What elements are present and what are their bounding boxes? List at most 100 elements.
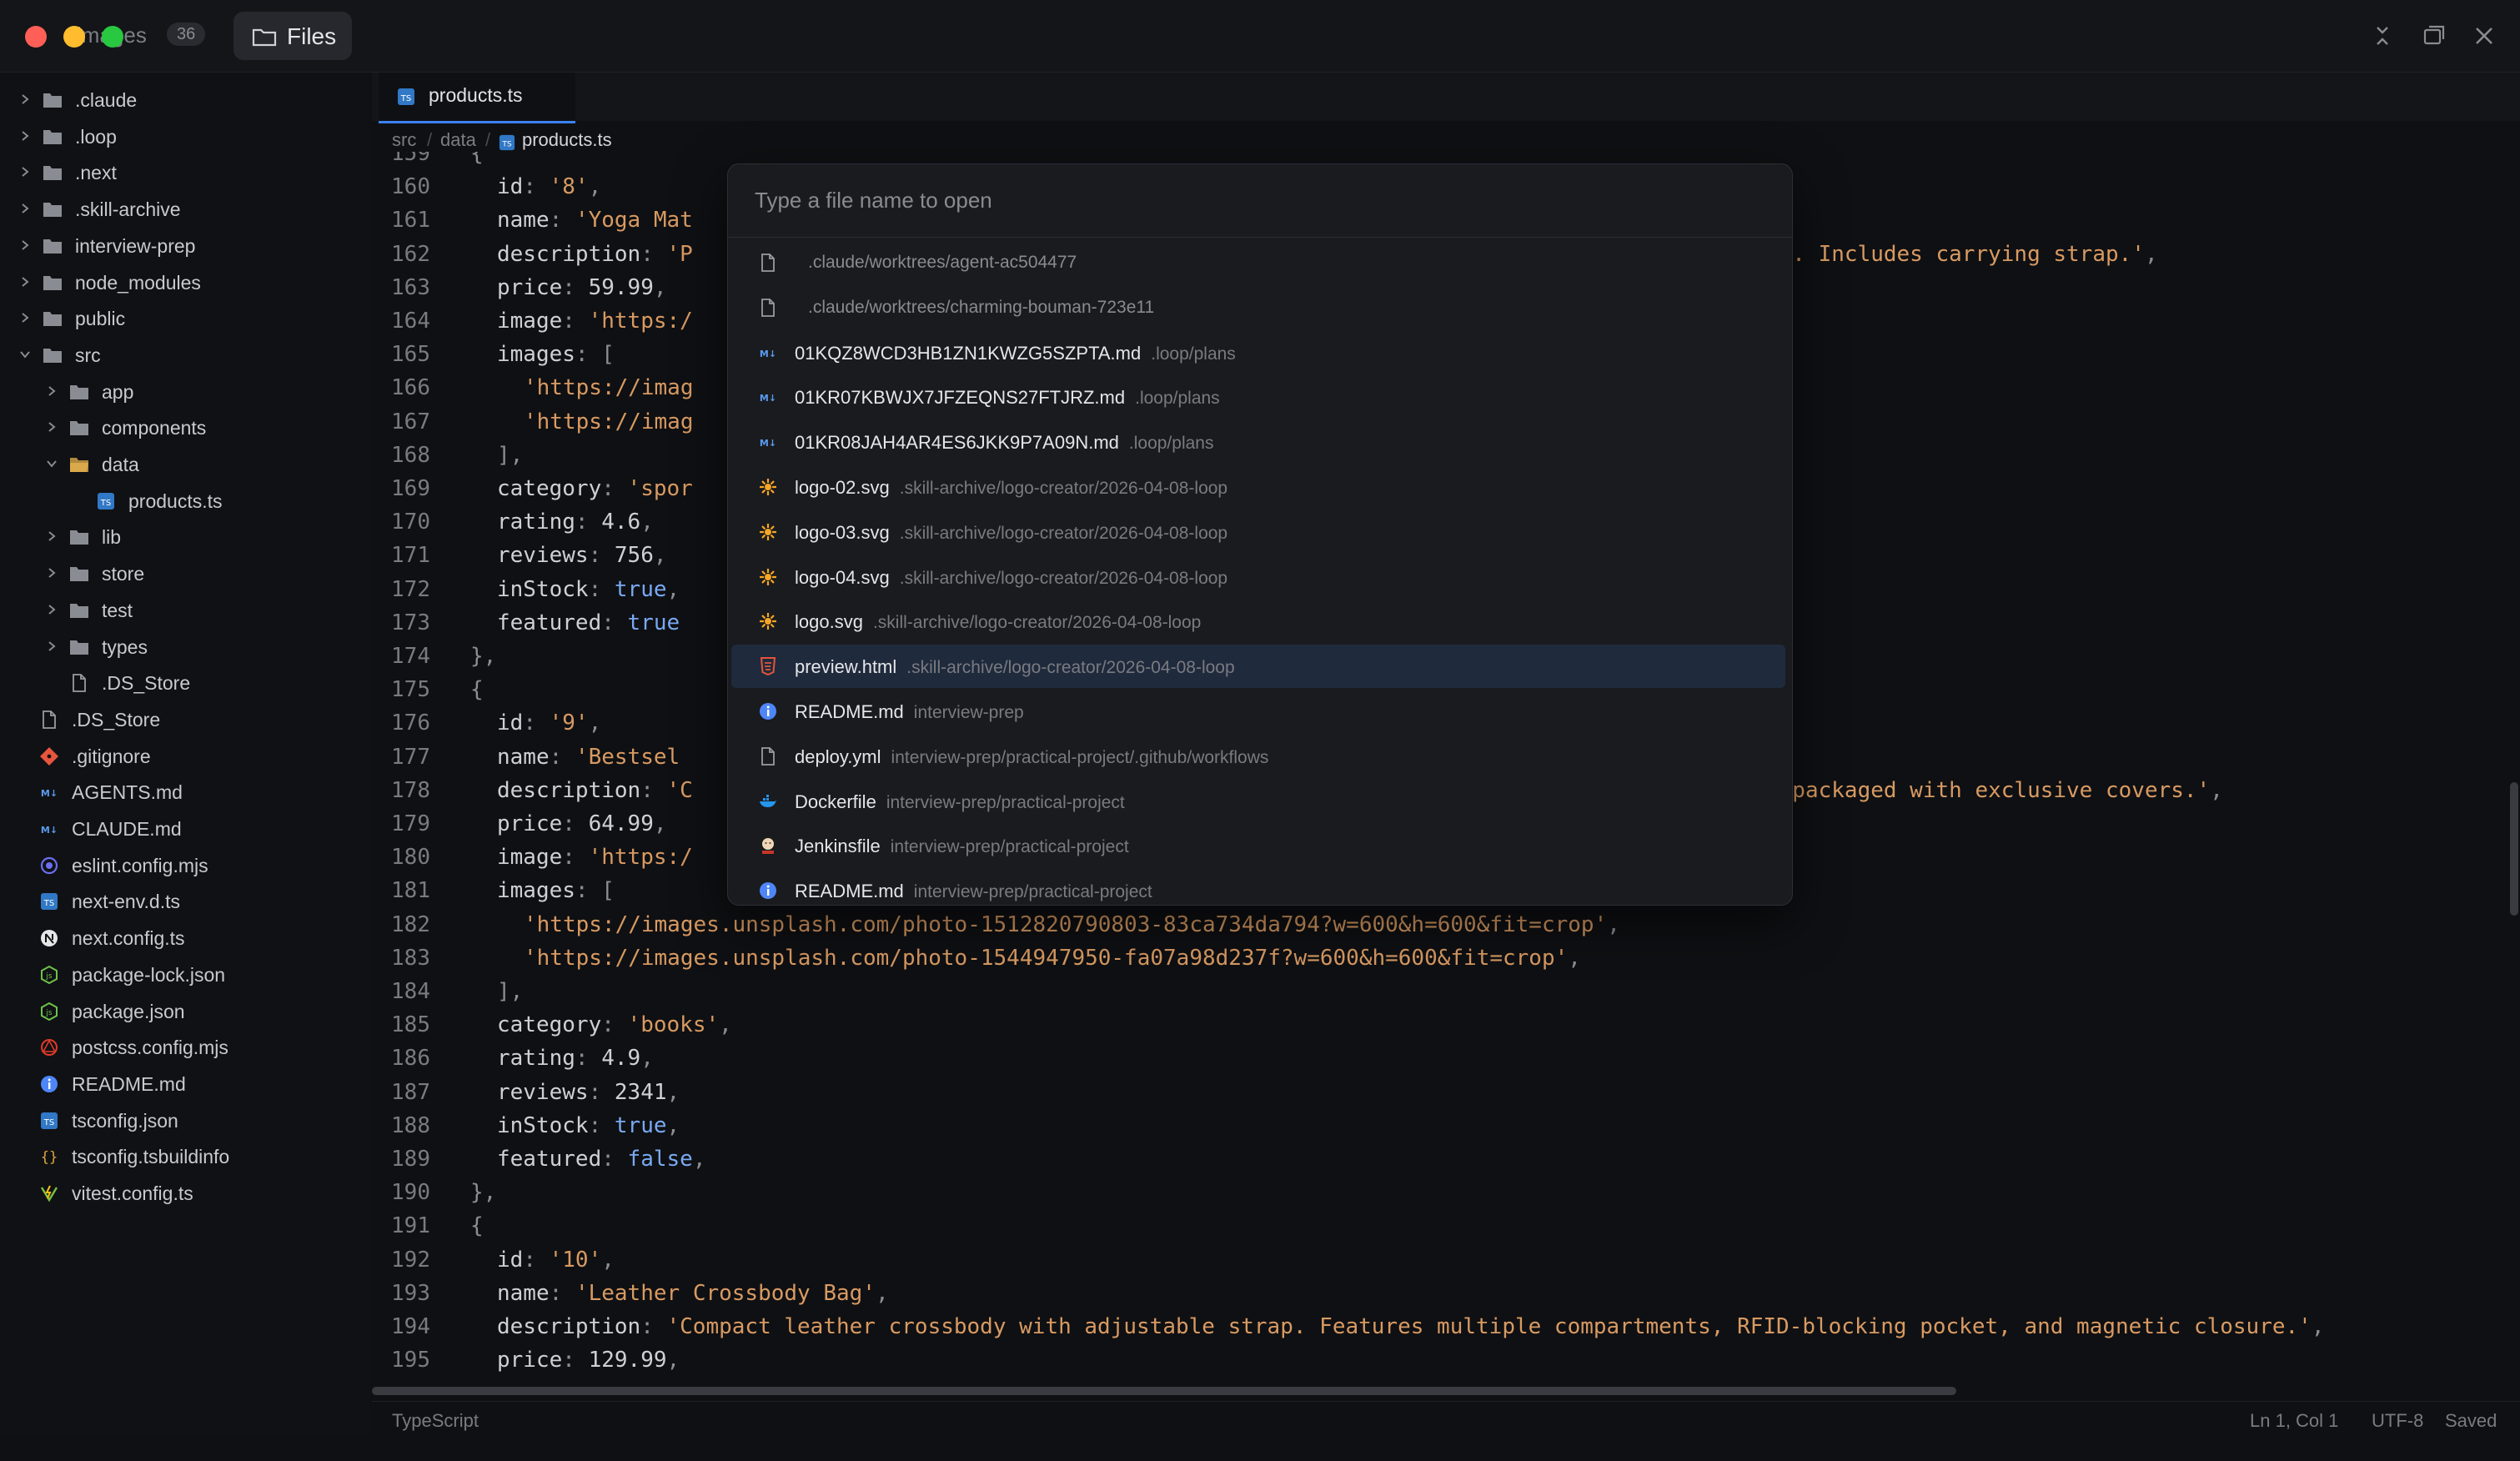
code-token: , [2311, 1314, 2325, 1339]
file-encoding[interactable]: UTF-8 [2372, 1410, 2423, 1432]
chevron-right-icon[interactable] [45, 566, 58, 580]
sidebar-item-ds-store[interactable]: .DS_Store [0, 702, 370, 737]
sidebar-item-ds-store[interactable]: .DS_Store [0, 665, 370, 700]
quick-open-result[interactable]: Jenkinsfile interview-prep/practical-proj… [731, 824, 1785, 867]
sidebar-item-loop[interactable]: .loop [0, 119, 370, 154]
sidebar-item-next[interactable]: .next [0, 155, 370, 190]
quick-open-result[interactable]: deploy.yml interview-prep/practical-proje… [731, 735, 1785, 778]
tab-products-ts[interactable]: TS products.ts [379, 73, 575, 123]
sidebar-item-interview-prep[interactable]: interview-prep [0, 228, 370, 264]
chevron-right-icon[interactable] [18, 165, 32, 178]
title-bar: images 36 Files [0, 0, 2520, 73]
chevron-right-icon[interactable] [18, 129, 32, 143]
sidebar-item-agents-md[interactable]: M↓ AGENTS.md [0, 775, 370, 810]
collapse-icon[interactable] [2370, 23, 2395, 48]
quick-open-result[interactable]: .claude/worktrees/agent-ac504477 [731, 241, 1785, 284]
chevron-right-icon[interactable] [18, 202, 32, 215]
sidebar-item-next-config-ts[interactable]: next.config.ts [0, 921, 370, 956]
quick-open-result[interactable]: logo.svg .skill-archive/logo-creator/2026… [731, 600, 1785, 643]
sidebar-item-data[interactable]: data [0, 447, 370, 482]
sidebar-item-app[interactable]: app [0, 374, 370, 409]
quick-open-result[interactable]: logo-02.svg .skill-archive/logo-creator/2… [731, 465, 1785, 509]
svg-text:M↓: M↓ [41, 825, 58, 836]
code-token: rating [497, 510, 575, 535]
quick-open-result[interactable]: .claude/worktrees/charming-bouman-723e11 [731, 286, 1785, 329]
chevron-right-icon[interactable] [45, 640, 58, 653]
sidebar-item-lib[interactable]: lib [0, 520, 370, 555]
chevron-down-icon[interactable] [18, 348, 32, 361]
code-token: '8' [549, 174, 589, 200]
quick-open-result[interactable]: M↓ 01KR08JAH4AR4ES6JKK9P7A09N.md .loop/pla… [731, 420, 1785, 464]
code-token: , [588, 174, 602, 200]
chevron-right-icon[interactable] [18, 238, 32, 252]
code-token: , [2144, 241, 2158, 267]
sidebar-item-postcss-config-mjs[interactable]: postcss.config.mjs [0, 1030, 370, 1065]
line-number: 165 [391, 342, 430, 368]
chevron-down-icon[interactable] [45, 457, 58, 470]
result-name-text: 01KR07KBWJX7JFZEQNS27FTJRZ.md [795, 387, 1126, 409]
quick-open-result[interactable]: README.md interview-prep [731, 690, 1785, 733]
folder-icon [70, 421, 88, 436]
breadcrumb-item-src[interactable]: src [392, 129, 416, 151]
quick-open-result[interactable]: logo-03.svg .skill-archive/logo-creator/2… [731, 510, 1785, 554]
jenkins-icon [762, 838, 774, 855]
sidebar-item-label: public [75, 308, 126, 330]
sidebar-item-tsconfig-tsbuildinfo[interactable]: {} tsconfig.tsbuildinfo [0, 1139, 370, 1174]
quick-open-result[interactable]: preview.html .skill-archive/logo-creator/… [731, 645, 1785, 689]
sidebar-item-package-lock-json[interactable]: js package-lock.json [0, 957, 370, 992]
quick-open-result[interactable]: README.md interview-prep/practical-projec… [731, 869, 1785, 905]
sidebar-item-store[interactable]: store [0, 556, 370, 591]
language-mode[interactable]: TypeScript [392, 1410, 479, 1432]
close-window-button[interactable] [25, 26, 47, 48]
code-token: 64.99 [588, 811, 654, 836]
close-icon[interactable] [2472, 23, 2497, 48]
quick-open-result[interactable]: logo-04.svg .skill-archive/logo-creator/2… [731, 555, 1785, 599]
code-token: : [601, 476, 628, 501]
sidebar-item-claude-md[interactable]: M↓ CLAUDE.md [0, 811, 370, 846]
chevron-right-icon[interactable] [45, 530, 58, 543]
code-line: 194 description: 'Compact leather crossbo… [372, 1310, 2520, 1343]
sidebar-item-src[interactable]: src [0, 338, 370, 373]
sidebar-item-products-ts[interactable]: TS products.ts [0, 484, 370, 519]
chevron-right-icon[interactable] [45, 420, 58, 434]
vertical-scrollbar[interactable] [2510, 782, 2518, 916]
sidebar-item-components[interactable]: components [0, 410, 370, 445]
chevron-right-icon[interactable] [18, 311, 32, 324]
chevron-right-icon[interactable] [45, 384, 58, 398]
sidebar-item-readme-md[interactable]: README.md [0, 1067, 370, 1102]
horizontal-scrollbar[interactable] [372, 1387, 1956, 1395]
folder-icon [70, 567, 88, 582]
sidebar-item-label: .loop [75, 125, 117, 148]
postcss-icon [41, 1039, 58, 1057]
cursor-position[interactable]: Ln 1, Col 1 [2250, 1410, 2338, 1432]
minimize-window-button[interactable] [63, 26, 85, 48]
sidebar-item-gitignore[interactable]: .gitignore [0, 739, 370, 774]
quick-open-result[interactable]: M↓ 01KR07KBWJX7JFZEQNS27FTJRZ.md .loop/pla… [731, 375, 1785, 419]
sidebar-item-node-modules[interactable]: node_modules [0, 265, 370, 300]
sidebar-item-package-json[interactable]: js package.json [0, 994, 370, 1029]
chevron-right-icon[interactable] [45, 603, 58, 616]
result-name-text: deploy.yml [795, 746, 881, 767]
chevron-right-icon[interactable] [18, 275, 32, 289]
file-search-input[interactable] [728, 164, 1792, 238]
zoom-window-button[interactable] [102, 26, 123, 48]
breadcrumb-item-file[interactable]: products.ts [522, 129, 612, 151]
code-token: : [588, 1112, 615, 1138]
sidebar-item-tsconfig-json[interactable]: TS tsconfig.json [0, 1103, 370, 1138]
code-text: { [470, 1209, 484, 1243]
sidebar-item-skill-archive[interactable]: .skill-archive [0, 192, 370, 227]
quick-open-result[interactable]: M↓ 01KQZ8WCD3HB1ZN1KWZG5SZPTA.md .loop/pla… [731, 331, 1785, 374]
sidebar-item-eslint-config-mjs[interactable]: eslint.config.mjs [0, 848, 370, 883]
breadcrumb-item-data[interactable]: data [440, 129, 476, 151]
sidebar-item-claude[interactable]: .claude [0, 83, 370, 118]
sidebar-item-types[interactable]: types [0, 630, 370, 665]
sidebar-item-public[interactable]: public [0, 301, 370, 336]
line-number: 168 [391, 442, 430, 468]
sidebar-item-next-env-d-ts[interactable]: TS next-env.d.ts [0, 884, 370, 919]
restore-window-icon[interactable] [2422, 23, 2447, 48]
sidebar-item-test[interactable]: test [0, 593, 370, 628]
quick-open-result[interactable]: Dockerfile interview-prep/practical-proje… [731, 780, 1785, 823]
sidebar-item-vitest-config-ts[interactable]: vitest.config.ts [0, 1176, 370, 1211]
chevron-right-icon[interactable] [18, 93, 32, 106]
files-tab[interactable]: Files [233, 12, 352, 60]
